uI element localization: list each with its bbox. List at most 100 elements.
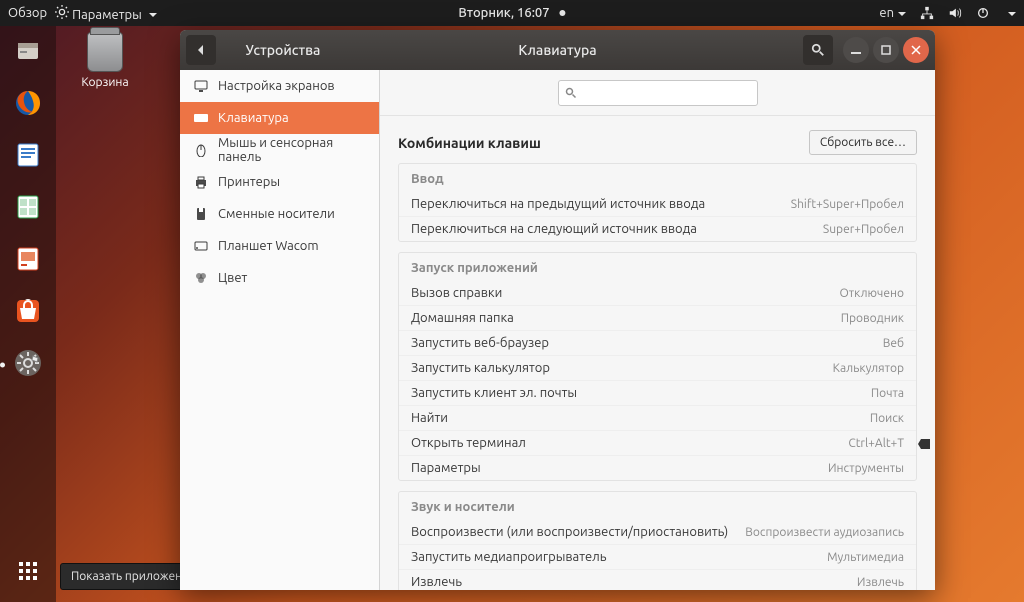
reset-all-button[interactable]: Сбросить все… bbox=[809, 130, 917, 155]
firefox-icon bbox=[13, 88, 43, 122]
search-icon bbox=[811, 43, 825, 57]
shortcut-group: Звук и носителиВоспроизвести (или воспро… bbox=[398, 491, 917, 590]
shortcut-row[interactable]: Домашняя папкаПроводник bbox=[399, 305, 916, 330]
group-heading: Запуск приложений bbox=[399, 253, 916, 281]
shortcut-value: Мультимедиа bbox=[827, 551, 904, 564]
shortcut-row[interactable]: ИзвлечьИзвлечь bbox=[399, 569, 916, 590]
shortcut-row[interactable]: Запустить медиапроигрывательМультимедиа bbox=[399, 544, 916, 569]
trash-label: Корзина bbox=[81, 76, 128, 89]
input-source-indicator[interactable]: en bbox=[879, 6, 906, 20]
mouse-icon bbox=[194, 143, 208, 157]
settings-launcher[interactable] bbox=[7, 344, 49, 386]
files-launcher[interactable] bbox=[7, 32, 49, 74]
sidebar-item-removable[interactable]: Сменные носители bbox=[180, 198, 379, 230]
shortcut-value: Ctrl+Alt+T bbox=[848, 437, 904, 450]
shortcut-row[interactable]: Воспроизвести (или воспроизвести/приоста… bbox=[399, 520, 916, 544]
search-button[interactable] bbox=[803, 35, 833, 65]
shortcut-label: Запустить веб-браузер bbox=[411, 336, 549, 350]
shortcut-row[interactable]: Найти Поиск bbox=[399, 405, 916, 430]
sidebar-item-label: Сменные носители bbox=[218, 207, 335, 221]
search-icon bbox=[565, 87, 577, 99]
settings-window: Устройства Клавиатура Настройка экрановК… bbox=[180, 30, 935, 590]
minimize-button[interactable] bbox=[843, 37, 869, 63]
apps-grid-icon bbox=[19, 562, 37, 580]
shortcut-row[interactable]: Запустить веб-браузер Веб bbox=[399, 330, 916, 355]
shortcut-value: Калькулятор bbox=[833, 362, 904, 375]
sidebar-item-color[interactable]: Цвет bbox=[180, 262, 379, 294]
shortcut-label: Запустить калькулятор bbox=[411, 361, 550, 375]
writer-launcher[interactable] bbox=[7, 136, 49, 178]
maximize-button[interactable] bbox=[873, 37, 899, 63]
shortcut-label: Переключиться на предыдущий источник вво… bbox=[411, 197, 705, 211]
shortcut-search-input[interactable] bbox=[583, 86, 751, 99]
sidebar-item-printer[interactable]: Принтеры bbox=[180, 166, 379, 198]
software-icon bbox=[14, 297, 42, 329]
notification-dot-icon bbox=[560, 10, 566, 16]
shortcut-value: Shift+Super+Пробел bbox=[791, 198, 904, 211]
display-icon bbox=[194, 79, 208, 93]
shortcut-search-bar bbox=[380, 70, 935, 116]
calc-icon bbox=[14, 193, 42, 225]
shortcuts-scroll[interactable]: ВводПереключиться на предыдущий источник… bbox=[380, 163, 935, 590]
sidebar-item-label: Принтеры bbox=[218, 175, 280, 189]
tablet-icon bbox=[194, 239, 208, 253]
trash-icon bbox=[87, 32, 123, 72]
title-bar[interactable]: Устройства Клавиатура bbox=[180, 30, 935, 70]
shortcut-value: Инструменты bbox=[828, 462, 904, 475]
shortcut-row[interactable]: Вызов справкиОтключено bbox=[399, 281, 916, 305]
shortcut-search-field[interactable] bbox=[558, 80, 758, 106]
sidebar-item-keyboard[interactable]: Клавиатура bbox=[180, 102, 379, 134]
shortcut-group: ВводПереключиться на предыдущий источник… bbox=[398, 163, 917, 242]
desktop-trash[interactable]: Корзина bbox=[75, 32, 135, 89]
main-panel: Комбинации клавиш Сбросить все… ВводПере… bbox=[380, 70, 935, 590]
shortcut-row[interactable]: Запустить клиент эл. почты Почта bbox=[399, 380, 916, 405]
gear-icon bbox=[55, 5, 69, 19]
shortcut-label: Параметры bbox=[411, 461, 481, 475]
shortcut-label: Переключиться на следующий источник ввод… bbox=[411, 222, 697, 236]
shortcut-label: Воспроизвести (или воспроизвести/приоста… bbox=[411, 525, 728, 539]
removable-icon bbox=[194, 207, 208, 221]
shortcut-value: Super+Пробел bbox=[823, 223, 904, 236]
volume-icon[interactable] bbox=[948, 6, 962, 20]
writer-icon bbox=[14, 141, 42, 173]
software-launcher[interactable] bbox=[7, 292, 49, 334]
back-button[interactable] bbox=[186, 35, 216, 65]
app-menu[interactable]: Параметры bbox=[55, 5, 157, 22]
shortcut-label: Открыть терминал bbox=[411, 436, 526, 450]
sidebar-item-tablet[interactable]: Планшет Wacom bbox=[180, 230, 379, 262]
printer-icon bbox=[194, 175, 208, 189]
firefox-launcher[interactable] bbox=[7, 84, 49, 126]
shortcut-label: Найти bbox=[411, 411, 448, 425]
shortcut-row[interactable]: Запустить калькулятор Калькулятор bbox=[399, 355, 916, 380]
shortcut-value: Почта bbox=[871, 387, 904, 400]
clock[interactable]: Вторник, 16:07 bbox=[458, 6, 565, 20]
shortcut-row[interactable]: Параметры Инструменты bbox=[399, 455, 916, 480]
sidebar-item-display[interactable]: Настройка экранов bbox=[180, 70, 379, 102]
sidebar-item-label: Планшет Wacom bbox=[218, 239, 319, 253]
shortcut-value: Поиск bbox=[870, 412, 904, 425]
calc-launcher[interactable] bbox=[7, 188, 49, 230]
shortcut-row[interactable]: Открыть терминал Ctrl+Alt+T bbox=[399, 430, 916, 455]
shortcut-group: Запуск приложенийВызов справкиОтключеноД… bbox=[398, 252, 917, 481]
power-icon[interactable] bbox=[976, 6, 990, 20]
shortcut-value: Воспроизвести аудиозапись bbox=[745, 526, 904, 539]
network-icon[interactable] bbox=[920, 6, 934, 20]
close-button[interactable] bbox=[903, 37, 929, 63]
system-menu-chevron-icon[interactable] bbox=[1004, 6, 1016, 20]
app-menu-label: Параметры bbox=[72, 8, 142, 22]
sidebar-item-mouse[interactable]: Мышь и сенсорная панель bbox=[180, 134, 379, 166]
shortcut-row[interactable]: Переключиться на следующий источник ввод… bbox=[399, 216, 916, 241]
shortcut-label: Запустить клиент эл. почты bbox=[411, 386, 577, 400]
dock bbox=[0, 26, 56, 602]
color-icon bbox=[194, 271, 208, 285]
shortcut-value: Веб bbox=[883, 337, 904, 350]
show-applications-button[interactable] bbox=[7, 550, 49, 592]
sidebar-title: Устройства bbox=[216, 42, 380, 58]
shortcut-label: Домашняя папка bbox=[411, 311, 514, 325]
settings-icon bbox=[13, 348, 43, 382]
top-bar: Обзор Параметры Вторник, 16:07 en bbox=[0, 0, 1024, 26]
activities-button[interactable]: Обзор bbox=[8, 6, 47, 20]
shortcut-value: Отключено bbox=[839, 287, 904, 300]
shortcut-row[interactable]: Переключиться на предыдущий источник вво… bbox=[399, 192, 916, 216]
impress-launcher[interactable] bbox=[7, 240, 49, 282]
